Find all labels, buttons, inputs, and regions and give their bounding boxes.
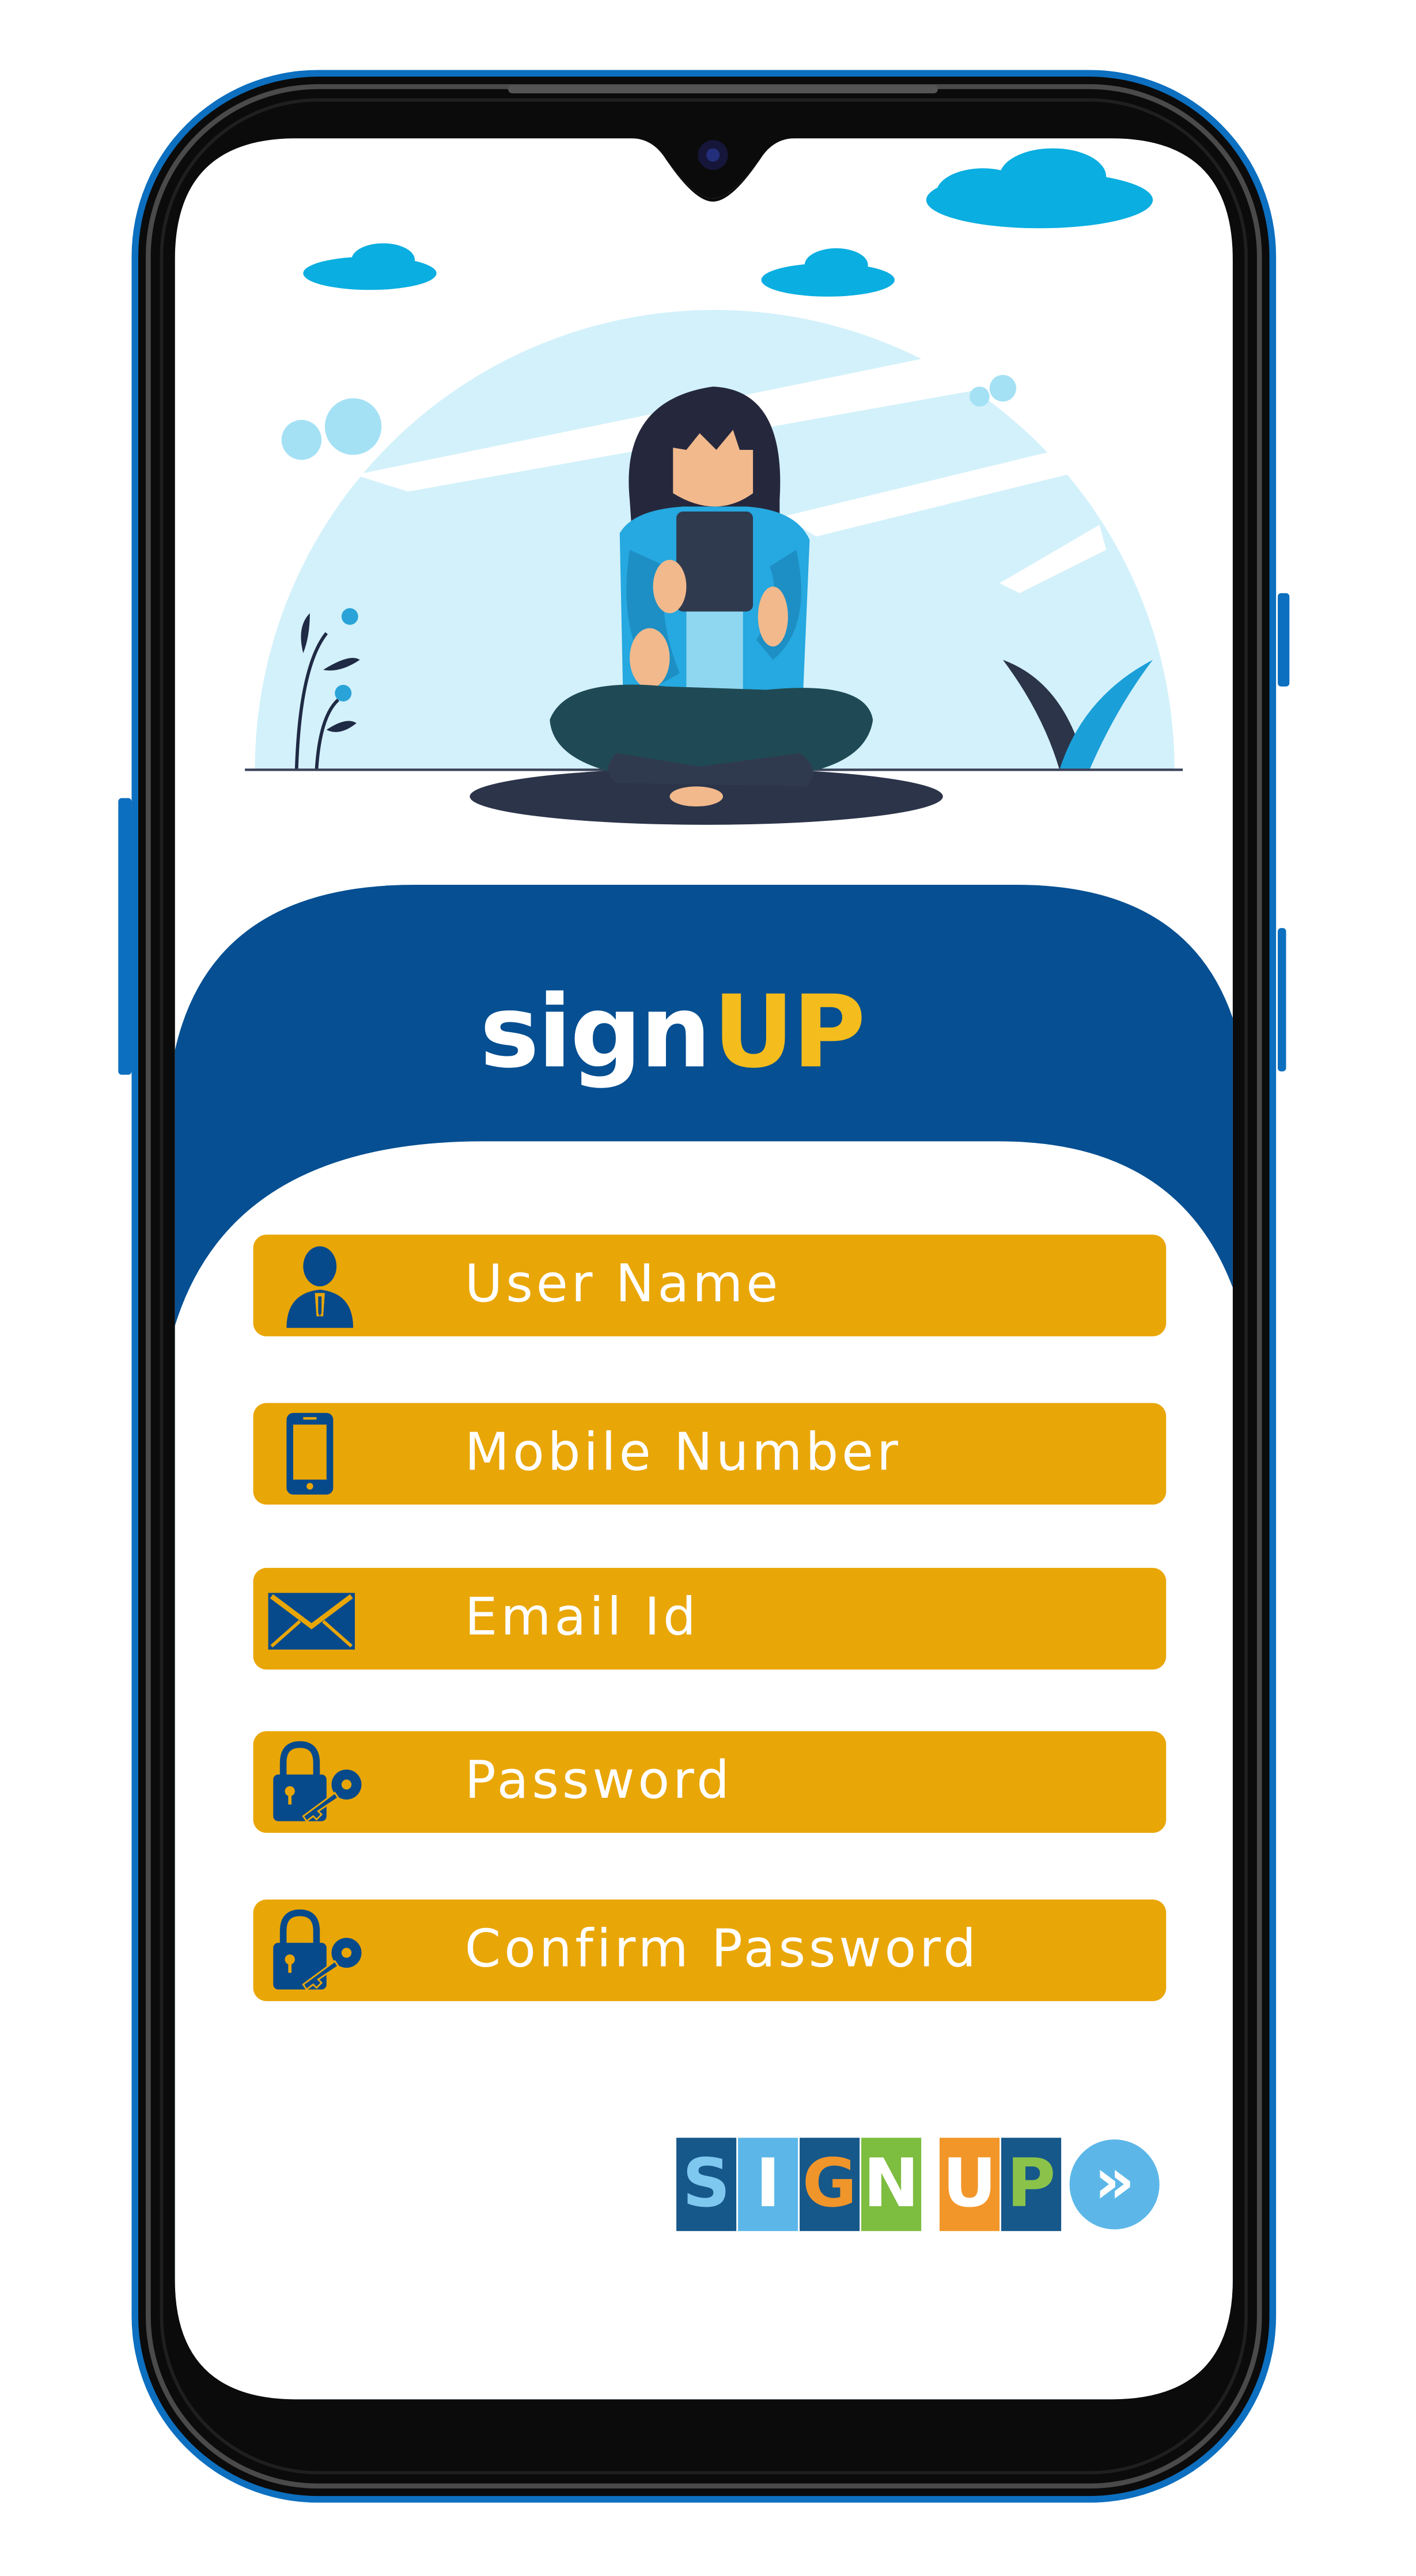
password-field[interactable]: Password — [253, 1731, 1167, 1833]
signup-button[interactable]: S I G N U P » — [676, 2133, 1160, 2240]
lock-key-icon — [273, 1741, 362, 1823]
mobile-icon — [286, 1412, 334, 1495]
speaker-grille — [508, 85, 938, 93]
signup-letter-s: S — [676, 2138, 737, 2232]
mobile-number-field[interactable]: Mobile Number — [253, 1403, 1167, 1505]
confirm-password-field[interactable]: Confirm Password — [253, 1899, 1167, 2002]
field-label-mobile: Mobile Number — [464, 1423, 902, 1483]
logo-up-text: UP — [713, 975, 866, 1092]
field-label-username: User Name — [464, 1255, 782, 1315]
field-label-email: Email Id — [464, 1588, 699, 1648]
signup-letter-u: U — [939, 2138, 1000, 2232]
signup-letter-n: N — [861, 2138, 922, 2232]
envelope-icon — [268, 1593, 355, 1650]
double-chevron-right-icon: » — [1069, 2139, 1160, 2230]
user-icon — [286, 1246, 354, 1328]
username-field[interactable]: User Name — [253, 1234, 1167, 1336]
signup-screen: signUP User Name Mobile Number Email Id … — [0, 0, 1416, 2576]
signup-letter-p: P — [1001, 2138, 1062, 2232]
lock-key-icon — [273, 1909, 362, 1991]
signup-letter-i: I — [738, 2138, 798, 2232]
field-label-password: Password — [464, 1751, 733, 1812]
email-field[interactable]: Email Id — [253, 1567, 1167, 1670]
field-label-confirm-password: Confirm Password — [464, 1919, 979, 1980]
signup-logo: signUP — [479, 954, 866, 1113]
signup-letter-g: G — [800, 2138, 860, 2232]
logo-sign-text: sign — [479, 975, 711, 1092]
